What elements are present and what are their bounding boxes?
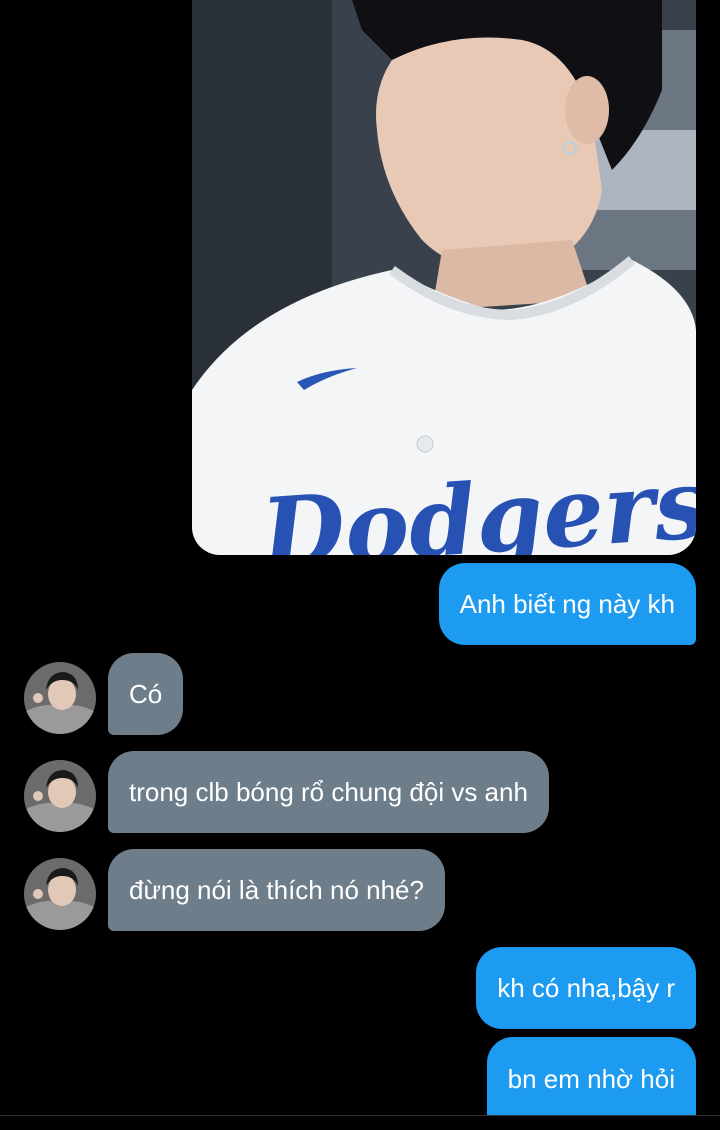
message-bubble-outgoing[interactable]: bn em nhờ hỏi (486, 1037, 696, 1115)
shared-photo[interactable]: Dodgers (192, 0, 696, 555)
message-bubble-incoming[interactable]: trong clb bóng rổ chung đội vs anh (108, 751, 549, 833)
message-text: Anh biết ng này kh (459, 589, 675, 619)
sender-avatar[interactable] (24, 760, 96, 832)
message-text: đừng nói là thích nó nhé? (129, 875, 424, 905)
message-text: kh có nha,bậy r (497, 973, 675, 1003)
sender-avatar[interactable] (24, 662, 96, 734)
message-text: Có (129, 679, 163, 709)
message-bubble-incoming[interactable]: đừng nói là thích nó nhé? (108, 849, 445, 931)
divider (0, 1115, 720, 1116)
message-bubble-outgoing[interactable]: kh có nha,bậy r (476, 947, 696, 1029)
message-text: trong clb bóng rổ chung đội vs anh (129, 777, 528, 807)
sender-avatar[interactable] (24, 858, 96, 930)
message-bubble-outgoing[interactable]: Anh biết ng này kh (438, 563, 696, 645)
message-bubble-incoming[interactable]: Có (108, 653, 184, 735)
message-text: bn em nhờ hỏi (507, 1064, 675, 1094)
